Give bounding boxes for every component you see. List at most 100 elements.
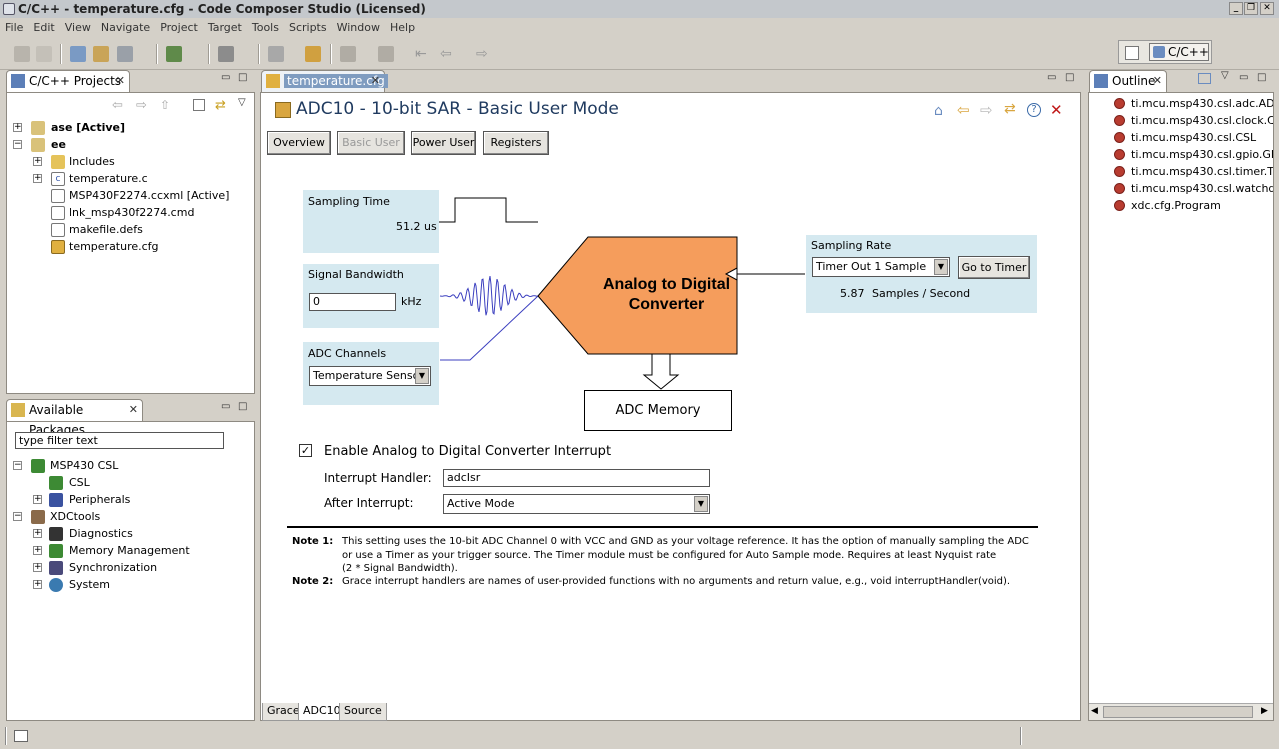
back-nav-icon[interactable]: ⇦ bbox=[112, 98, 123, 113]
fast-view-icon[interactable] bbox=[14, 730, 28, 742]
menu-scripts[interactable]: Scripts bbox=[284, 18, 332, 38]
expand-icon[interactable]: + bbox=[33, 546, 42, 555]
tree-item-system[interactable]: + System bbox=[33, 577, 243, 593]
menu-project[interactable]: Project bbox=[155, 18, 203, 38]
menu-help[interactable]: Help bbox=[385, 18, 420, 38]
minimize-view-icon[interactable]: ▭ bbox=[221, 401, 230, 412]
packages-view-tab[interactable]: Available Packages ✕ bbox=[6, 399, 143, 437]
expand-icon[interactable]: + bbox=[33, 174, 42, 183]
power-user-button[interactable]: Power User bbox=[411, 131, 476, 155]
help-icon[interactable]: ? bbox=[1027, 103, 1041, 117]
close-icon[interactable]: ✕ bbox=[116, 71, 125, 91]
maximize-view-icon[interactable]: □ bbox=[238, 401, 247, 412]
annotate-icon[interactable] bbox=[268, 46, 284, 62]
interrupt-handler-input[interactable]: adcIsr bbox=[443, 469, 710, 487]
menu-window[interactable]: Window bbox=[332, 18, 385, 38]
close-editor-icon[interactable]: ✕ bbox=[1050, 101, 1063, 119]
scroll-left-icon[interactable]: ◀ bbox=[1091, 706, 1098, 716]
tree-item-ccxml[interactable]: MSP430F2274.ccxml [Active] bbox=[33, 188, 243, 204]
tree-item-xdctools[interactable]: − XDCtools bbox=[13, 509, 243, 525]
package-filter-input[interactable]: type filter text bbox=[15, 432, 224, 449]
forward-arrow-icon[interactable]: ⇨ bbox=[980, 101, 993, 119]
view-menu-icon[interactable]: ▽ bbox=[1221, 70, 1229, 81]
menu-navigate[interactable]: Navigate bbox=[96, 18, 155, 38]
expand-icon[interactable]: + bbox=[33, 563, 42, 572]
link-editor-icon[interactable]: ⇄ bbox=[215, 98, 226, 113]
collapse-icon[interactable]: − bbox=[13, 140, 22, 149]
expand-icon[interactable]: + bbox=[13, 123, 22, 132]
collapse-icon[interactable]: − bbox=[13, 461, 22, 470]
tree-item-csl[interactable]: CSL bbox=[49, 475, 239, 491]
signal-bandwidth-input[interactable]: 0 bbox=[309, 293, 396, 311]
after-interrupt-select[interactable]: Active Mode ▼ bbox=[443, 494, 710, 514]
tree-item-synchronization[interactable]: + Synchronization bbox=[33, 560, 243, 576]
maximize-view-icon[interactable]: □ bbox=[1065, 72, 1074, 83]
build-icon[interactable] bbox=[93, 46, 109, 62]
collapse-all-icon[interactable] bbox=[193, 99, 205, 111]
back-arrow-icon[interactable]: ⇦ bbox=[957, 101, 970, 119]
minimize-view-icon[interactable]: ▭ bbox=[1047, 72, 1056, 83]
tree-item-peripherals[interactable]: + Peripherals bbox=[33, 492, 243, 508]
outline-view-tab[interactable]: Outline ✕ bbox=[1089, 70, 1167, 92]
last-edit-icon[interactable]: ⇤ bbox=[415, 46, 431, 62]
run-icon[interactable] bbox=[218, 46, 234, 62]
home-icon[interactable]: ⌂ bbox=[934, 103, 943, 119]
enable-interrupt-checkbox[interactable]: ✓ bbox=[299, 444, 312, 457]
save-icon[interactable] bbox=[14, 46, 30, 62]
open-perspective-icon[interactable] bbox=[1125, 46, 1139, 60]
projects-view-tab[interactable]: C/C++ Projects ✕ bbox=[6, 70, 130, 92]
registers-button[interactable]: Registers bbox=[483, 131, 549, 155]
overview-button[interactable]: Overview bbox=[267, 131, 331, 155]
tree-item-ee[interactable]: − ee bbox=[13, 137, 243, 153]
new-project-icon[interactable] bbox=[70, 46, 86, 62]
expand-icon[interactable]: + bbox=[33, 529, 42, 538]
forward-icon[interactable]: ⇨ bbox=[476, 46, 492, 62]
minimize-button[interactable]: _ bbox=[1229, 2, 1243, 15]
menu-edit[interactable]: Edit bbox=[28, 18, 59, 38]
tree-item-cfg[interactable]: temperature.cfg bbox=[33, 239, 243, 255]
scrollbar-thumb[interactable] bbox=[1103, 706, 1253, 718]
pen-icon[interactable] bbox=[305, 46, 321, 62]
collapse-icon[interactable]: − bbox=[13, 512, 22, 521]
tree-item-cmd[interactable]: lnk_msp430f2274.cmd bbox=[33, 205, 243, 221]
tree-item-makefile[interactable]: makefile.defs bbox=[33, 222, 243, 238]
close-icon[interactable]: ✕ bbox=[1153, 71, 1162, 91]
outline-horizontal-scrollbar[interactable]: ◀ ▶ bbox=[1089, 703, 1273, 720]
expand-icon[interactable]: + bbox=[33, 157, 42, 166]
expand-icon[interactable]: + bbox=[33, 495, 42, 504]
refresh-icon[interactable]: ⇄ bbox=[1004, 101, 1016, 117]
close-window-button[interactable]: ✕ bbox=[1260, 2, 1274, 15]
tab-source[interactable]: Source bbox=[339, 703, 387, 721]
menu-target[interactable]: Target bbox=[203, 18, 247, 38]
back-icon[interactable]: ⇦ bbox=[440, 46, 456, 62]
tree-item-ase[interactable]: + ase [Active] bbox=[13, 120, 243, 136]
editor-tab-temperature-cfg[interactable]: temperature.cfg ✕ bbox=[261, 70, 388, 92]
tree-item-memory-management[interactable]: + Memory Management bbox=[33, 543, 243, 559]
maximize-view-icon[interactable]: □ bbox=[238, 72, 247, 83]
tree-item-msp430-csl[interactable]: − MSP430 CSL bbox=[13, 458, 243, 474]
tree-item-temperature-c[interactable]: + c temperature.c bbox=[33, 171, 243, 187]
forward-nav-icon[interactable]: ⇨ bbox=[136, 98, 147, 113]
settings-icon[interactable] bbox=[117, 46, 133, 62]
scroll-right-icon[interactable]: ▶ bbox=[1261, 706, 1268, 716]
minimize-view-icon[interactable]: ▭ bbox=[1239, 72, 1248, 83]
go-to-timer-button[interactable]: Go to Timer bbox=[958, 256, 1030, 279]
perspective-cpp-button[interactable]: C/C++ bbox=[1149, 43, 1209, 61]
close-icon[interactable]: ✕ bbox=[371, 71, 380, 91]
close-icon[interactable]: ✕ bbox=[129, 400, 138, 420]
maximize-view-icon[interactable]: □ bbox=[1257, 72, 1266, 83]
basic-user-button[interactable]: Basic User bbox=[337, 131, 405, 155]
tree-item-includes[interactable]: + Includes bbox=[33, 154, 243, 170]
prev-annotation-icon[interactable] bbox=[378, 46, 394, 62]
restore-button[interactable]: ❐ bbox=[1244, 2, 1258, 15]
tree-item-diagnostics[interactable]: + Diagnostics bbox=[33, 526, 243, 542]
menu-file[interactable]: File bbox=[0, 18, 28, 38]
minimize-view-icon[interactable]: ▭ bbox=[221, 72, 230, 83]
view-menu-icon[interactable]: ▽ bbox=[238, 97, 246, 108]
up-nav-icon[interactable]: ⇧ bbox=[160, 98, 170, 112]
sampling-rate-select[interactable]: Timer Out 1 Sample ▼ bbox=[812, 257, 950, 277]
menu-tools[interactable]: Tools bbox=[247, 18, 284, 38]
adc-channel-select[interactable]: Temperature Sensor ▼ bbox=[309, 366, 431, 386]
debug-icon[interactable] bbox=[166, 46, 182, 62]
print-icon[interactable] bbox=[36, 46, 52, 62]
